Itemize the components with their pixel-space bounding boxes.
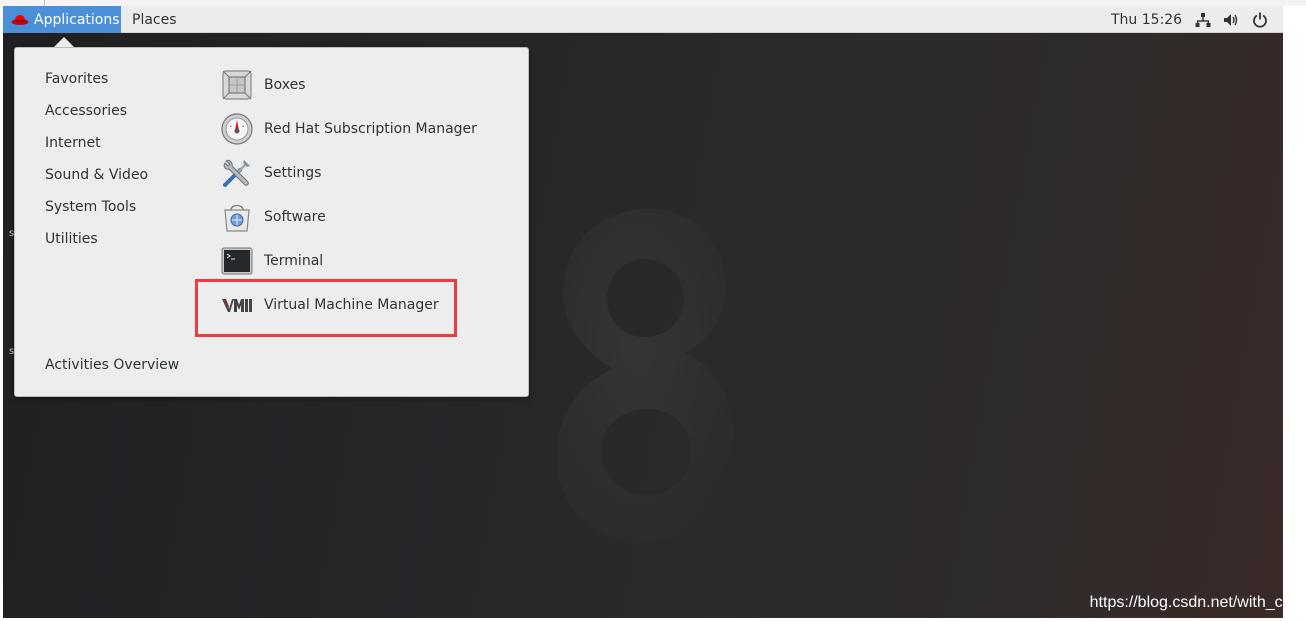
highlight-annotation-box	[195, 279, 457, 337]
app-boxes-label: Boxes	[264, 77, 306, 93]
app-terminal-label: Terminal	[264, 253, 324, 269]
category-accessories[interactable]: Accessories	[45, 103, 127, 119]
app-terminal[interactable]: Terminal	[220, 244, 323, 278]
app-subscription-manager[interactable]: Red Hat Subscription Manager	[220, 112, 477, 146]
app-settings[interactable]: Settings	[220, 156, 321, 190]
software-icon	[224, 204, 250, 232]
watermark-text: https://blog.csdn.net/with_cat	[1089, 594, 1296, 611]
activities-overview-link[interactable]: Activities Overview	[45, 357, 179, 373]
wallpaper-eight-graphic	[557, 209, 735, 543]
applications-label: Applications	[34, 11, 120, 28]
power-icon[interactable]	[1252, 12, 1268, 28]
category-internet[interactable]: Internet	[45, 135, 101, 151]
app-settings-label: Settings	[264, 165, 322, 181]
places-menu-button[interactable]: Places	[132, 6, 177, 33]
app-boxes[interactable]: Boxes	[220, 68, 306, 102]
top-panel: Applications Places Thu 15:26	[3, 6, 1283, 33]
app-software[interactable]: Software	[220, 200, 326, 234]
network-icon[interactable]	[1195, 12, 1211, 28]
clock[interactable]: Thu 15:26	[1111, 6, 1182, 33]
volume-icon[interactable]	[1223, 12, 1239, 28]
terminal-icon	[221, 247, 253, 275]
applications-menu-button[interactable]: Applications	[3, 6, 121, 33]
category-utilities[interactable]: Utilities	[45, 231, 98, 247]
category-sound-video[interactable]: Sound & Video	[45, 167, 148, 183]
category-system-tools[interactable]: System Tools	[45, 199, 136, 215]
category-favorites[interactable]: Favorites	[45, 71, 108, 87]
redhat-logo-icon	[11, 14, 29, 25]
boxes-icon	[222, 70, 252, 100]
applications-menu: Favorites Accessories Internet Sound & V…	[14, 47, 529, 397]
app-software-label: Software	[264, 209, 326, 225]
places-label: Places	[132, 11, 177, 28]
settings-icon	[223, 159, 250, 187]
app-subscription-manager-label: Red Hat Subscription Manager	[264, 121, 477, 137]
menu-pointer-arrow	[54, 37, 74, 47]
subscription-manager-icon	[221, 113, 253, 145]
